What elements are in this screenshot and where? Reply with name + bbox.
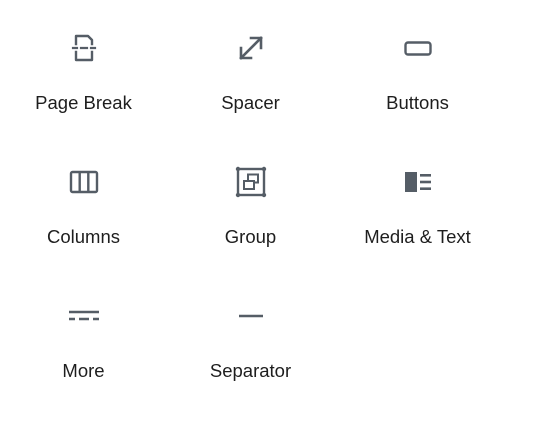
page-break-icon <box>66 30 102 66</box>
block-item-spacer[interactable]: Spacer <box>167 0 334 134</box>
block-label: Page Break <box>35 92 132 113</box>
block-item-page-break[interactable]: Page Break <box>0 0 167 134</box>
block-item-group[interactable]: Group <box>167 134 334 268</box>
more-icon <box>66 298 102 334</box>
group-icon <box>233 164 269 200</box>
separator-icon <box>233 298 269 334</box>
block-label: Group <box>224 226 277 247</box>
block-item-columns[interactable]: Columns <box>0 134 167 268</box>
block-item-more[interactable]: More <box>0 268 167 402</box>
block-label: More <box>62 360 105 381</box>
media-text-icon <box>400 164 436 200</box>
block-label: Media & Text <box>364 226 471 247</box>
block-inserter-grid: Page Break Spacer Buttons Columns Group … <box>0 0 534 432</box>
block-item-separator[interactable]: Separator <box>167 268 334 402</box>
block-label: Spacer <box>221 92 280 113</box>
block-label: Buttons <box>386 92 449 113</box>
block-item-buttons[interactable]: Buttons <box>334 0 501 134</box>
block-label: Separator <box>209 360 292 381</box>
buttons-icon <box>400 30 436 66</box>
block-item-media-text[interactable]: Media & Text <box>334 134 501 268</box>
columns-icon <box>66 164 102 200</box>
spacer-icon <box>233 30 269 66</box>
block-label: Columns <box>47 226 120 247</box>
